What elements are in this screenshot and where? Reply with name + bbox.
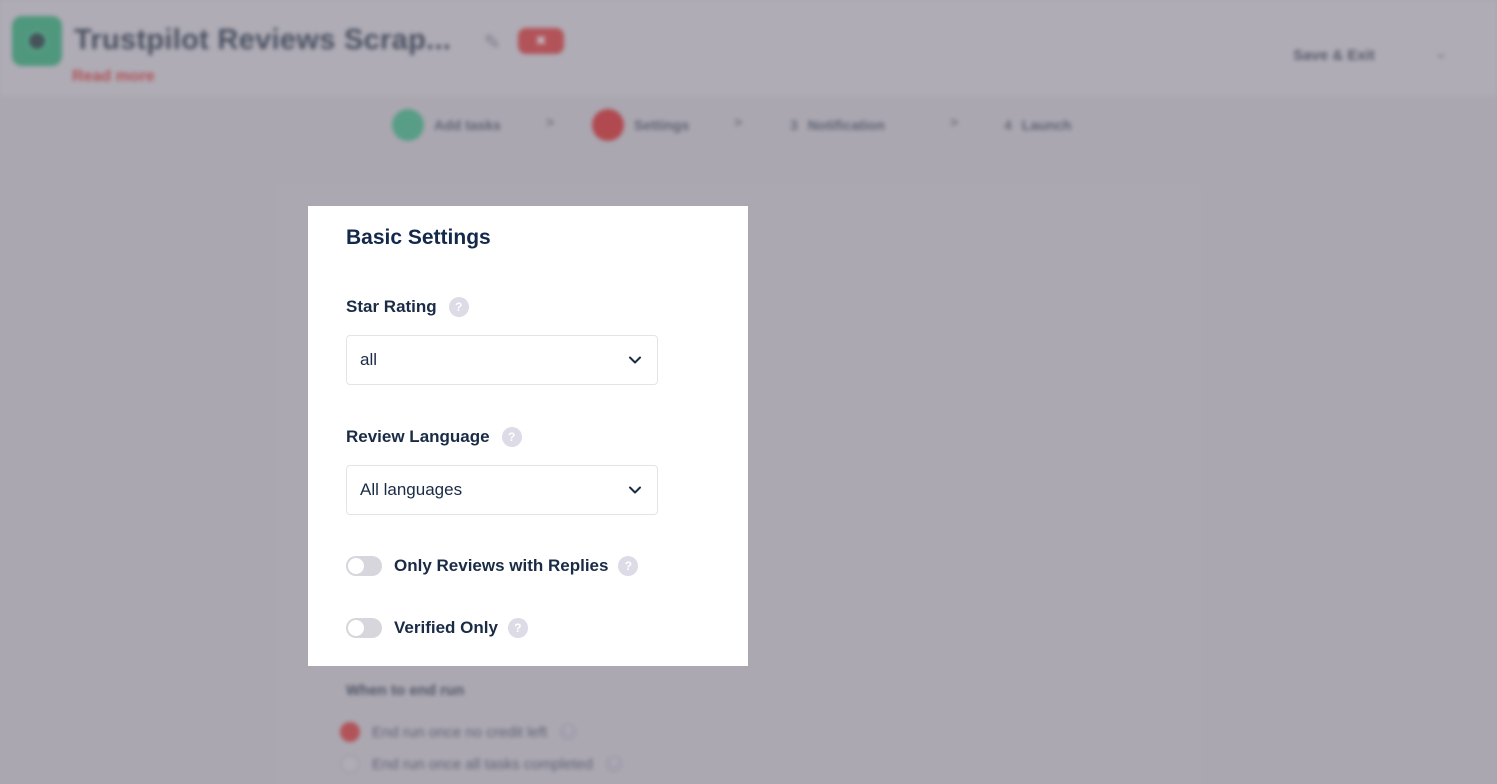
star-rating-label: Star Rating — [346, 297, 437, 316]
dim-overlay — [0, 0, 1497, 784]
star-rating-label-row: Star Rating ? — [346, 295, 469, 319]
help-icon[interactable]: ? — [501, 427, 522, 447]
review-language-label: Review Language — [346, 427, 490, 446]
help-icon[interactable]: ? — [448, 297, 469, 317]
star-rating-value: all — [360, 350, 378, 369]
verified-only-row: Verified Only ? — [346, 615, 528, 641]
star-rating-select[interactable]: all — [346, 335, 658, 385]
verified-only-toggle[interactable] — [346, 618, 382, 638]
review-language-label-row: Review Language ? — [346, 425, 522, 449]
review-language-select[interactable]: All languages — [346, 465, 658, 515]
chevron-down-icon — [629, 486, 641, 494]
only-replies-row: Only Reviews with Replies ? — [346, 553, 639, 579]
only-replies-label: Only Reviews with Replies — [394, 556, 609, 575]
chevron-down-icon — [629, 356, 641, 364]
help-icon[interactable]: ? — [618, 556, 639, 576]
review-language-value: All languages — [360, 480, 463, 499]
basic-settings-panel: Basic Settings Star Rating ? all Review … — [308, 206, 748, 666]
verified-only-label: Verified Only — [394, 618, 498, 637]
help-icon[interactable]: ? — [507, 618, 528, 638]
only-replies-toggle[interactable] — [346, 556, 382, 576]
panel-title: Basic Settings — [346, 226, 491, 249]
toggle-knob — [348, 558, 364, 574]
toggle-knob — [348, 620, 364, 636]
